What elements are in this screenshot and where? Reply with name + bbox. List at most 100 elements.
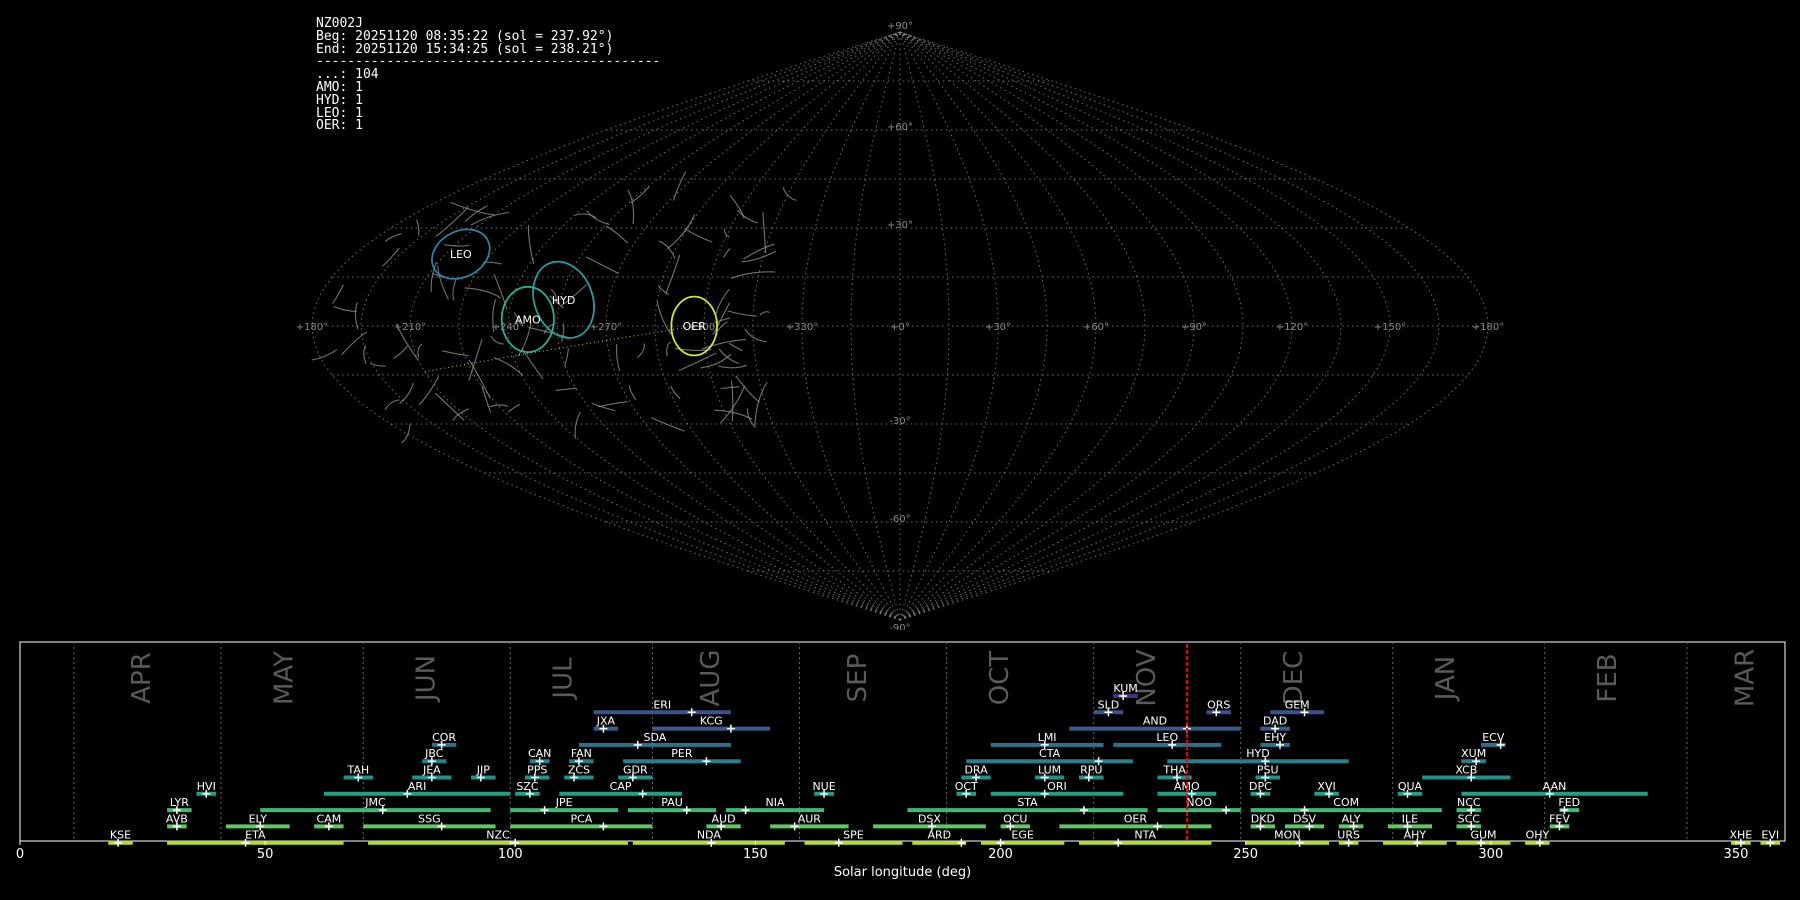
meteor-trail — [728, 342, 743, 352]
shower-label-tah: TAH — [346, 764, 369, 777]
meteor-trail — [468, 359, 491, 400]
shower-label-ahy: AHY — [1404, 829, 1427, 842]
radiant-label-amo: AMO — [515, 313, 541, 326]
meteor-trail — [464, 287, 502, 299]
shower-label-xum: XUM — [1461, 747, 1486, 760]
shower-label-dkd: DKD — [1251, 812, 1275, 825]
shower-label-ecv: ECV — [1482, 731, 1505, 744]
shower-label-zcs: ZCS — [568, 764, 590, 777]
shower-label-dsx: DSX — [918, 812, 941, 825]
shower-label-psu: PSU — [1257, 764, 1279, 777]
x-tick-label: 100 — [498, 847, 523, 862]
shower-peak-pau — [682, 806, 691, 815]
meteor-trail — [333, 305, 357, 313]
meteor-trail — [490, 335, 504, 345]
shower-label-aud: AUD — [712, 812, 736, 825]
month-label-jul: JUL — [549, 657, 579, 701]
lon-tick-label: +0° — [890, 322, 910, 333]
shower-label-nue: NUE — [812, 780, 835, 793]
shower-peak-spe — [834, 838, 843, 847]
month-label-jan: JAN — [1431, 656, 1461, 702]
meteor-trail — [637, 343, 645, 358]
meteor-trail — [743, 243, 775, 260]
shower-peak-eri — [687, 708, 696, 717]
shower-label-evi: EVI — [1761, 829, 1779, 842]
meteor-trail — [627, 189, 635, 225]
meteor-trail — [527, 225, 535, 265]
x-tick-label: 350 — [1724, 847, 1749, 862]
meteor-trail — [666, 341, 672, 357]
shower-label-rpu: RPU — [1080, 764, 1102, 777]
meteor-trail — [715, 288, 730, 314]
shower-label-fed: FED — [1558, 796, 1580, 809]
month-label-sep: SEP — [843, 654, 873, 703]
shower-label-gdr: GDR — [623, 764, 648, 777]
shower-label-ncc: NCC — [1457, 796, 1481, 809]
shower-label-aur: AUR — [798, 812, 822, 825]
shower-label-cor: COR — [432, 731, 456, 744]
shower-label-ard: ARD — [927, 829, 951, 842]
shower-label-eri: ERI — [653, 698, 671, 711]
shower-peak-sda — [633, 740, 642, 749]
meteor-trail — [670, 385, 681, 400]
shower-label-xcb: XCB — [1455, 764, 1477, 777]
shower-label-nzc: NZC — [486, 829, 510, 842]
shower-label-ssg: SSG — [418, 812, 441, 825]
shower-peak-kcg — [726, 724, 735, 733]
shower-label-oct: OCT — [955, 780, 978, 793]
shower-label-fev: FEV — [1549, 812, 1570, 825]
shower-label-ege: EGE — [1011, 829, 1033, 842]
lon-tick-label: +180° — [296, 322, 328, 333]
shower-label-dsv: DSV — [1293, 812, 1316, 825]
shower-label-cap: CAP — [610, 780, 632, 793]
meteor-trail — [723, 228, 730, 238]
meteor-trail — [598, 401, 628, 408]
month-label-may: MAY — [269, 651, 299, 705]
meteor-trail — [437, 265, 449, 300]
meteor-trail — [714, 409, 753, 420]
month-label-dec: DEC — [1279, 651, 1309, 706]
shower-label-sld: SLD — [1098, 698, 1120, 711]
meteor-trail — [399, 383, 414, 405]
shower-label-dad: DAD — [1263, 715, 1287, 728]
shower-label-dra: DRA — [964, 764, 988, 777]
lon-tick-label: +60° — [1083, 322, 1109, 333]
shower-label-cam: CAM — [317, 812, 342, 825]
meteor-trail — [630, 186, 650, 204]
shower-peak-sta — [1079, 806, 1088, 815]
shower-label-nda: NDA — [697, 829, 722, 842]
shower-label-spe: SPE — [843, 829, 864, 842]
lat-tick-label: -30° — [889, 416, 910, 427]
meteor-trail — [735, 375, 760, 403]
shower-label-dpc: DPC — [1249, 780, 1272, 793]
meteor-trail — [354, 302, 359, 330]
shower-label-avb: AVB — [166, 812, 188, 825]
meteor-trail — [574, 411, 581, 439]
shower-label-urs: URS — [1337, 829, 1360, 842]
shower-label-nia: NIA — [766, 796, 785, 809]
shower-label-eta: ETA — [245, 829, 266, 842]
meteor-trail — [489, 404, 509, 408]
meteor-trail — [341, 331, 367, 355]
x-axis-label: Solar longitude (deg) — [834, 865, 971, 880]
x-tick-label: 300 — [1478, 847, 1503, 862]
shower-label-com: COM — [1333, 796, 1359, 809]
month-label-jun: JUN — [411, 655, 441, 703]
meteor-trail — [493, 357, 523, 376]
lon-tick-label: +330° — [786, 322, 818, 333]
meteor-trail — [555, 387, 577, 391]
radiant-label-hyd: HYD — [552, 294, 575, 307]
count-line: OER: 1 — [316, 118, 363, 134]
meteor-trail — [441, 350, 469, 357]
meteor-trail — [585, 256, 619, 274]
meteor-trail — [417, 343, 423, 358]
shower-label-scc: SCC — [1458, 812, 1481, 825]
lon-tick-label: +210° — [394, 322, 426, 333]
shower-label-per: PER — [671, 747, 693, 760]
shower-label-sda: SDA — [644, 731, 667, 744]
lat-tick-label: +60° — [887, 122, 913, 133]
count-line: AMO: 1 — [316, 79, 363, 95]
meteor-trail — [629, 384, 637, 401]
meteor-trail — [508, 403, 521, 413]
shower-label-nta: NTA — [1134, 829, 1156, 842]
